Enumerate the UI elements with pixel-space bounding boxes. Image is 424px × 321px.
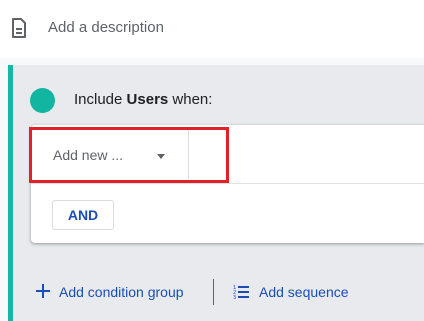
footer-divider: [213, 279, 214, 305]
include-suffix: when:: [168, 91, 213, 108]
add-sequence-button[interactable]: Add sequence: [259, 284, 349, 300]
group-status-dot: [30, 88, 55, 113]
condition-group-panel: Include Users when: Add new ... AND Add …: [8, 65, 424, 321]
svg-text:3: 3: [233, 295, 236, 299]
group-footer: Add condition group 1 2 3 Add sequence: [8, 265, 424, 321]
document-icon: [12, 18, 26, 38]
description-placeholder[interactable]: Add a description: [48, 19, 164, 37]
include-subject: Users: [126, 91, 169, 108]
and-button[interactable]: AND: [52, 200, 114, 230]
sequence-list-icon[interactable]: 1 2 3: [233, 284, 249, 299]
highlight-box: [29, 127, 229, 183]
add-condition-group-button[interactable]: Add condition group: [59, 284, 184, 300]
description-row[interactable]: Add a description: [0, 0, 424, 58]
include-label: Include Users when:: [74, 91, 212, 109]
plus-icon[interactable]: [36, 284, 50, 298]
include-prefix: Include: [74, 91, 127, 108]
